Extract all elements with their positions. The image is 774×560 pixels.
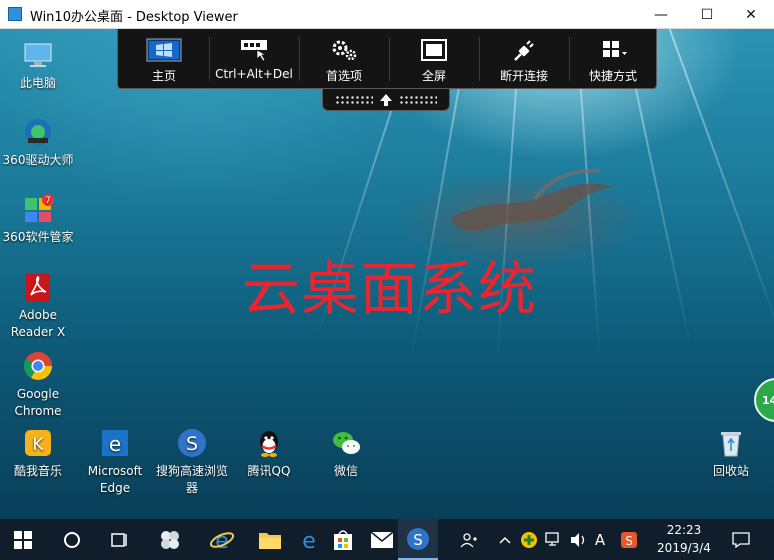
app-flower-icon	[161, 530, 179, 549]
window-titlebar: Win10办公桌面 - Desktop Viewer — ☐ ✕	[0, 0, 774, 29]
app-window-icon	[8, 7, 22, 21]
desktop-icon-360-software[interactable]: 7 360软件管家	[0, 193, 76, 246]
edge-icon: e	[99, 427, 131, 459]
toolbar-pull-tab[interactable]	[322, 89, 450, 111]
chrome-icon	[22, 350, 54, 382]
desktop-icon-google-chrome[interactable]: Google Chrome	[0, 350, 76, 420]
cortana-icon	[64, 531, 80, 548]
maximize-button[interactable]: ☐	[684, 0, 730, 29]
toolbar-home-button[interactable]: 主页	[120, 29, 208, 88]
arrow-up-icon	[380, 93, 392, 106]
shortcuts-grid-icon	[570, 37, 656, 63]
taskbar: e e S A S 22:23 2019/3/4	[0, 519, 774, 560]
adobe-reader-icon	[22, 271, 54, 303]
taskbar-clock[interactable]: 22:23 2019/3/4	[652, 521, 716, 557]
desktop-viewer-toolbar: 主页 Ctrl+Alt+Del 首选项 全屏 断开连接 快捷方式	[117, 29, 657, 89]
wechat-icon	[330, 427, 362, 459]
tray-input-method[interactable]: A	[590, 519, 610, 560]
toolbar-ctrl-alt-del-button[interactable]: Ctrl+Alt+Del	[210, 29, 298, 88]
edge-icon: e	[302, 529, 316, 552]
fullscreen-icon	[390, 37, 478, 63]
action-center-button[interactable]	[728, 519, 754, 560]
taskbar-sogou-browser[interactable]: S	[398, 519, 438, 560]
start-button[interactable]	[3, 519, 43, 560]
qq-icon	[253, 427, 285, 459]
svg-text:7: 7	[45, 196, 51, 206]
svg-text:e: e	[109, 432, 121, 456]
360-software-icon: 7	[22, 193, 54, 225]
sogou-browser-icon: S	[176, 427, 208, 459]
tray-360-guard[interactable]	[518, 519, 540, 560]
tray-volume[interactable]	[567, 519, 589, 560]
desktop-icon-microsoft-edge[interactable]: e Microsoft Edge	[77, 427, 153, 497]
svg-text:e: e	[302, 529, 316, 552]
network-icon	[545, 531, 559, 546]
notification-icon	[732, 531, 750, 548]
disconnect-plug-icon	[480, 37, 568, 63]
tray-people[interactable]	[456, 519, 482, 560]
tray-network[interactable]	[543, 519, 565, 560]
taskbar-mail[interactable]	[362, 519, 402, 560]
speaker-icon	[571, 532, 585, 547]
store-icon	[334, 529, 352, 550]
keyboard-icon	[210, 37, 298, 63]
svg-text:S: S	[186, 433, 198, 455]
desktop-icon-recycle-bin[interactable]: 回收站	[693, 427, 769, 480]
clock-date: 2019/3/4	[657, 541, 711, 555]
recycle-bin-icon	[715, 427, 747, 459]
desktop-icon-kuwo-music[interactable]: K 酷我音乐	[0, 427, 76, 480]
toolbar-disconnect-button[interactable]: 断开连接	[480, 29, 568, 88]
taskbar-file-explorer[interactable]	[250, 519, 290, 560]
desktop-icon-sogou-browser[interactable]: S 搜狗高速浏览器	[154, 427, 230, 497]
mail-icon	[370, 530, 394, 548]
desktop-icon-wechat[interactable]: 微信	[308, 427, 384, 480]
taskbar-ie[interactable]: e	[202, 519, 242, 560]
cortana-button[interactable]	[52, 519, 92, 560]
toolbar-shortcuts-button[interactable]: 快捷方式	[570, 29, 656, 88]
sogou-browser-icon: S	[407, 527, 429, 550]
toolbar-fullscreen-button[interactable]: 全屏	[390, 29, 478, 88]
desktop-icon-360-driver[interactable]: 360驱动大师	[0, 116, 76, 169]
svg-text:S: S	[413, 531, 423, 549]
computer-icon	[22, 39, 54, 71]
kuwo-music-icon: K	[22, 427, 54, 459]
file-explorer-icon	[259, 532, 281, 549]
svg-text:K: K	[32, 435, 44, 455]
chevron-up-icon	[499, 536, 511, 544]
wallpaper-diver	[450, 168, 615, 232]
svg-text:S: S	[625, 534, 633, 548]
tray-sogou-input[interactable]: S	[617, 519, 641, 560]
window-title: Win10办公桌面 - Desktop Viewer	[30, 10, 238, 25]
windows-home-icon	[120, 37, 208, 63]
minimize-button[interactable]: —	[638, 0, 684, 29]
360-driver-icon	[22, 116, 54, 148]
desktop-icon-this-pc[interactable]: 此电脑	[0, 39, 76, 92]
tray-show-hidden[interactable]	[496, 519, 514, 560]
taskbar-flower-app[interactable]	[150, 519, 190, 560]
taskbar-store[interactable]	[323, 519, 363, 560]
gears-icon	[300, 37, 388, 63]
clock-time: 22:23	[666, 523, 702, 537]
sogou-input-icon: S	[621, 531, 637, 548]
close-button[interactable]: ✕	[728, 0, 774, 29]
desktop-icon-adobe-reader[interactable]: Adobe Reader X	[0, 271, 76, 341]
toolbar-preferences-button[interactable]: 首选项	[300, 29, 388, 88]
task-view-button[interactable]	[99, 519, 139, 560]
ie-icon: e	[209, 529, 235, 553]
desktop-icon-tencent-qq[interactable]: 腾讯QQ	[231, 427, 307, 480]
start-icon	[14, 530, 32, 549]
task-view-icon	[111, 532, 127, 547]
watermark-text: 云桌面系统	[242, 255, 538, 323]
people-icon	[460, 532, 477, 547]
plus-shield-icon	[521, 531, 537, 548]
